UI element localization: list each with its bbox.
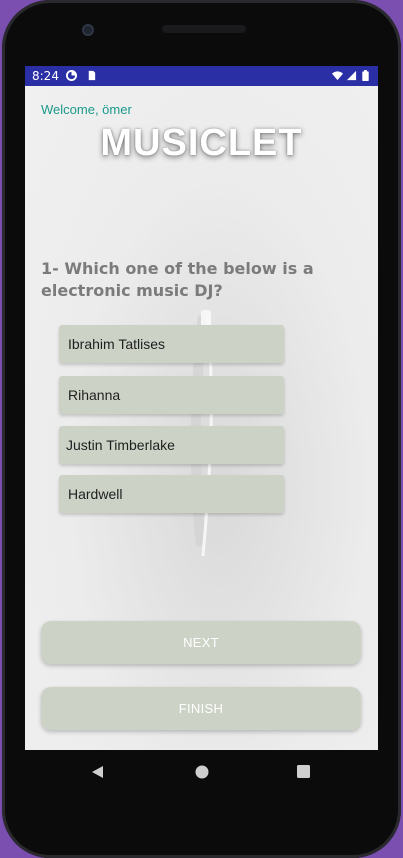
overview-icon[interactable] xyxy=(297,765,310,778)
wifi-icon xyxy=(332,71,343,81)
system-nav-bar xyxy=(25,750,378,796)
welcome-text: Welcome, ömer xyxy=(41,102,132,117)
answer-option-1[interactable]: Ibrahim Tatlises xyxy=(59,325,284,363)
home-icon[interactable] xyxy=(195,765,209,779)
battery-icon xyxy=(362,70,369,81)
app-title: MUSICLET xyxy=(100,122,303,164)
cell-signal-icon xyxy=(346,70,357,81)
question-text: 1- Which one of the below is a electroni… xyxy=(41,259,314,300)
answer-option-2[interactable]: Rihanna xyxy=(59,376,284,414)
finish-button[interactable]: FINISH xyxy=(41,687,361,730)
status-time: 8:24 xyxy=(32,69,59,83)
front-camera xyxy=(82,24,94,36)
answer-option-3[interactable]: Justin Timberlake xyxy=(59,426,284,464)
app-screen: 8:24 Welcome, ömer MUSICLET 1- Which one… xyxy=(25,66,378,750)
answer-option-4[interactable]: Hardwell xyxy=(59,475,284,513)
back-icon[interactable] xyxy=(91,765,105,779)
sim-card-icon xyxy=(88,70,96,81)
status-bar: 8:24 xyxy=(25,66,378,86)
earpiece-speaker xyxy=(162,25,246,33)
data-saver-icon xyxy=(66,70,77,81)
next-button[interactable]: NEXT xyxy=(41,621,361,664)
